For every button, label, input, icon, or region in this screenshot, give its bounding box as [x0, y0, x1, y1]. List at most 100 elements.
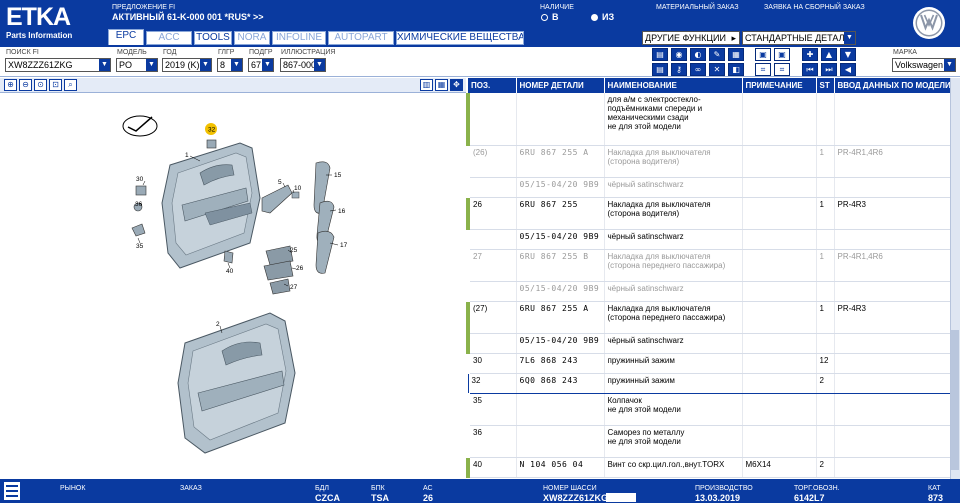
callout-25: 25: [290, 247, 298, 254]
cell-pos: 30: [468, 353, 517, 374]
market-label: РЫНОК: [60, 485, 86, 492]
table-icon[interactable]: ▤: [652, 63, 668, 76]
cell-pos: (26): [468, 145, 517, 178]
tab-acc[interactable]: ACC: [146, 31, 192, 45]
table-row[interactable]: 35 Колпачок не для этой модели: [468, 393, 950, 426]
cell-st: 1: [816, 301, 835, 334]
clipboard-copy-icon[interactable]: ▣: [774, 48, 790, 61]
tab-autopart[interactable]: AUTOPART: [328, 31, 394, 45]
move-icon[interactable]: ✥: [450, 79, 463, 91]
year-select[interactable]: 2019 (K) ▼: [162, 58, 212, 72]
zoom-out-icon[interactable]: ⊖: [19, 79, 32, 91]
checkmark-icon: [127, 116, 153, 132]
zoom-in-icon[interactable]: ⊕: [4, 79, 17, 91]
trade-value: 6142L7: [794, 493, 825, 503]
table-row[interactable]: 30 7L6 868 243 пружинный зажим 12: [468, 353, 950, 374]
note-icon[interactable]: ✎: [709, 48, 725, 61]
brand-label: МАРКА: [893, 49, 917, 56]
model-select[interactable]: PO ▼: [116, 58, 158, 72]
cell-pos: 26: [466, 197, 517, 230]
clipboard-icon[interactable]: ▣: [755, 48, 771, 61]
last-page-icon[interactable]: ⏭: [821, 63, 837, 76]
standard-parts-select[interactable]: СТАНДАРТНЫЕ ДЕТАЛИ ▼: [742, 31, 856, 45]
print-icon[interactable]: ▤: [652, 48, 668, 61]
col-note[interactable]: ПРИМЕЧАНИЕ: [742, 78, 817, 93]
search-fi-value: XW8ZZZ61ZKG: [8, 60, 73, 70]
cell-name: чёрный satinschwarz: [604, 333, 743, 354]
callout-16: 16: [338, 208, 346, 215]
document-icon[interactable]: ▦: [728, 48, 744, 61]
sub-group-select[interactable]: 67 ▼: [248, 58, 274, 72]
table-row[interactable]: для а/м с электростекло- подъёмниками сп…: [466, 93, 950, 146]
callout-35: 35: [136, 243, 144, 250]
chevron-down-icon[interactable]: ▼: [262, 59, 273, 71]
radio-in[interactable]: [541, 14, 548, 21]
chevron-down-icon[interactable]: ▼: [314, 59, 325, 71]
tab-infoline[interactable]: INFOLINE: [272, 31, 326, 45]
tab-tools[interactable]: TOOLS: [194, 31, 232, 45]
image-view-icon[interactable]: ▦: [435, 79, 448, 91]
tab-epc[interactable]: EPC: [108, 29, 144, 45]
radio-from[interactable]: [591, 14, 598, 21]
col-part-number[interactable]: НОМЕР ДЕТАЛИ: [516, 78, 605, 93]
col-st[interactable]: ST: [816, 78, 835, 93]
filter-off-icon[interactable]: ⌗: [774, 63, 790, 76]
up-arrow-icon[interactable]: ▲: [821, 48, 837, 61]
door-panel-lower: [177, 312, 296, 454]
tag-icon[interactable]: ◧: [728, 63, 744, 76]
magnifier-icon[interactable]: ⌕: [64, 79, 77, 91]
main-group-select[interactable]: 8 ▼: [217, 58, 243, 72]
table-row[interactable]: 05/15-04/20 9B9 чёрный satinschwarz: [466, 333, 950, 354]
search-fi-select[interactable]: XW8ZZZ61ZKG ▼: [5, 58, 111, 72]
cell-name: для а/м с электростекло- подъёмниками сп…: [604, 93, 743, 146]
table-row[interactable]: 36 Саморез по металлу не для этой модели: [468, 425, 950, 458]
scrollbar-thumb[interactable]: [951, 330, 959, 470]
order-label: ЗАКАЗ: [180, 485, 202, 492]
table-row[interactable]: 05/15-04/20 9B9 чёрный satinschwarz: [468, 281, 950, 302]
down-arrow-icon[interactable]: ▼: [840, 48, 856, 61]
illustration-select[interactable]: 867-000 ▼: [280, 58, 326, 72]
col-model-data[interactable]: ВВОД ДАННЫХ ПО МОДЕЛИ: [834, 78, 950, 93]
car-icon[interactable]: ◐: [690, 48, 706, 61]
wrench-icon[interactable]: ✕: [709, 63, 725, 76]
key-icon[interactable]: ⚷: [671, 63, 687, 76]
ac-label: АС: [423, 485, 433, 492]
bike-icon[interactable]: ∞: [690, 63, 706, 76]
first-page-icon[interactable]: ⏮: [802, 63, 818, 76]
split-view-icon[interactable]: ▥: [420, 79, 433, 91]
chevron-down-icon[interactable]: ▼: [146, 59, 157, 71]
chevron-down-icon[interactable]: ▼: [231, 59, 242, 71]
col-name[interactable]: НАИМЕНОВАНИЕ: [604, 78, 743, 93]
logo-main: ETKA: [6, 3, 71, 31]
table-row[interactable]: 40 N 104 056 04 Винт со скр.цил.гол.,внут.…: [466, 457, 950, 478]
chevron-down-icon[interactable]: ▼: [99, 59, 110, 71]
table-row[interactable]: 26 6RU 867 255 Накладка для выключателя (с…: [466, 197, 950, 230]
material-order-label[interactable]: МАТЕРИАЛЬНЫЙ ЗАКАЗ: [656, 4, 739, 11]
tab-chemicals[interactable]: ХИМИЧЕСКИЕ ВЕЩЕСТВА: [396, 31, 524, 45]
other-functions-menu[interactable]: ДРУГИЕ ФУНКЦИИ ▸: [642, 31, 740, 45]
brand-select[interactable]: Volkswagen ▼: [892, 58, 956, 72]
tab-nora[interactable]: NORA: [234, 31, 270, 45]
camera-icon[interactable]: ◉: [671, 48, 687, 61]
cell-part-number: 6Q0 868 243: [516, 372, 605, 394]
assembly-order-label[interactable]: ЗАЯВКА НА СБОРНЫЙ ЗАКАЗ: [764, 4, 865, 11]
table-row[interactable]: (26) 6RU 867 255 A Накладка для выключател…: [468, 145, 950, 178]
proposal-label: ПРЕДЛОЖЕНИЕ FI: [112, 4, 176, 11]
table-row[interactable]: 05/15-04/20 9B9 чёрный satinschwarz: [468, 177, 950, 198]
filter-icon[interactable]: ⌗: [755, 63, 771, 76]
proposal-value[interactable]: АКТИВНЫЙ 61-K-000 001 *RUS* >>: [112, 12, 264, 22]
chevron-down-icon[interactable]: ▼: [844, 32, 855, 44]
chevron-down-icon[interactable]: ▼: [944, 59, 955, 71]
table-row[interactable]: 32 6Q0 868 243 пружинный зажим 2: [467, 372, 950, 394]
table-row[interactable]: 05/15-04/20 9B9 чёрный satinschwarz: [468, 229, 950, 250]
cell-model-data: [834, 353, 950, 374]
table-row[interactable]: 27 6RU 867 255 B Накладка для выключателя …: [468, 249, 950, 282]
zoom-fit-icon[interactable]: ⊙: [34, 79, 47, 91]
table-row[interactable]: (27) 6RU 867 255 A Накладка для выключател…: [466, 301, 950, 334]
back-icon[interactable]: ◀: [840, 63, 856, 76]
col-pos[interactable]: ПОЗ.: [468, 78, 517, 93]
filter-bar: ПОИСК FI XW8ZZZ61ZKG ▼ МОДЕЛЬ PO ▼ ГОД 2…: [0, 47, 960, 77]
chevron-down-icon[interactable]: ▼: [200, 59, 211, 71]
zoom-area-icon[interactable]: ⊡: [49, 79, 62, 91]
pin-icon[interactable]: ✚: [802, 48, 818, 61]
